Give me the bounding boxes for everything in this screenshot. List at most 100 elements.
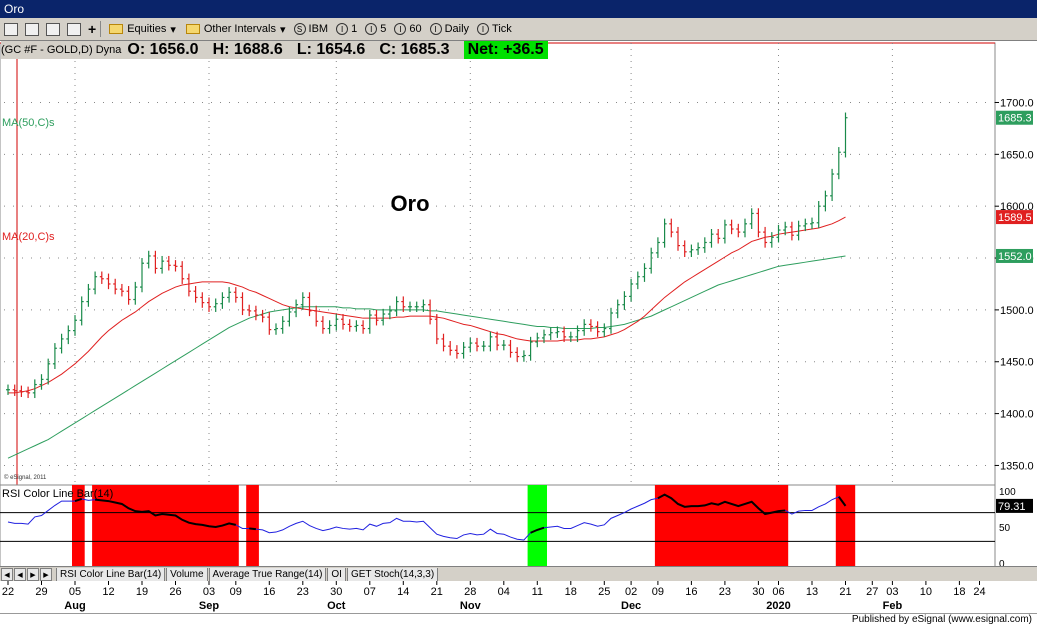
interval-daily-label: Daily <box>444 23 470 35</box>
day-label: 26 <box>169 586 181 598</box>
price-bar <box>26 386 31 399</box>
price-bar <box>595 321 600 337</box>
other-intervals-dropdown[interactable]: Other Intervals ▾ <box>185 20 286 38</box>
time-axis-svg: 22 29 05 12 19 26 03 09 16 23 30 07 14 21 28 04 11 18 25 02… <box>2 581 986 612</box>
folder-icon <box>185 24 200 34</box>
price-bar <box>46 358 51 385</box>
day-label: 11 <box>532 586 543 598</box>
copy-button[interactable] <box>67 20 84 38</box>
price-tick-label: 1450.0 <box>1000 357 1034 369</box>
day-label: 23 <box>719 586 731 598</box>
price-bar <box>448 341 453 356</box>
tab-oi[interactable]: OI <box>327 567 346 582</box>
price-bar <box>320 316 325 334</box>
price-bar <box>12 384 17 396</box>
price-bar <box>495 331 500 351</box>
interval-icon: I <box>394 23 407 35</box>
publisher-text: Published by eSignal (www.esignal.com) <box>851 614 1032 625</box>
price-bar <box>428 299 433 325</box>
price-tick-label: 1650.0 <box>1000 149 1034 161</box>
chevron-down-icon: ▾ <box>170 23 176 36</box>
price-bar <box>106 273 111 290</box>
day-label: 14 <box>397 586 409 598</box>
price-bar <box>803 218 808 232</box>
interval-5-label: 5 <box>380 23 387 35</box>
price-bar <box>568 331 573 343</box>
interval-daily-button[interactable]: I Daily <box>429 20 470 38</box>
price-bar <box>39 374 44 390</box>
tab-volume[interactable]: Volume <box>166 567 208 582</box>
price-bar <box>247 304 252 317</box>
price-bar <box>662 218 667 248</box>
equities-dropdown[interactable]: Equities ▾ <box>109 20 176 38</box>
day-label: 16 <box>263 586 275 598</box>
toolbar: + Equities ▾ Other Intervals ▾ S IBM I1 I… <box>0 18 1037 41</box>
day-label: 28 <box>464 586 476 598</box>
study-tabs-bar: ◀ ◀ ▶ ▶ RSI Color Line Bar(14) Volume Av… <box>0 566 1037 582</box>
day-label: 03 <box>203 586 215 598</box>
price-bar <box>716 229 721 244</box>
price-bar <box>622 291 627 310</box>
price-bar <box>548 327 553 340</box>
price-bar <box>468 337 473 353</box>
chart-area[interactable]: 1700.01650.01600.01550.01500.01450.01400… <box>0 41 1037 566</box>
price-tick-label: 1500.0 <box>1000 305 1034 317</box>
tab-last-button[interactable]: ▶ <box>40 568 52 581</box>
day-label: 06 <box>772 586 784 598</box>
rsi-value: 79.31 <box>998 501 1026 513</box>
chevron-down-icon: ▾ <box>280 23 286 36</box>
price-axis: 1700.01650.01600.01550.01500.01450.01400… <box>995 97 1034 566</box>
month-label: Sep <box>199 600 219 612</box>
page-button[interactable] <box>46 20 63 38</box>
interval-60-button[interactable]: I 60 <box>394 20 422 38</box>
tab-rsi[interactable]: RSI Color Line Bar(14) <box>56 567 166 582</box>
tab-first-button[interactable]: ◀ <box>1 568 13 581</box>
price-bar <box>588 319 593 332</box>
price-bar <box>508 339 513 358</box>
price-bar <box>260 309 265 323</box>
add-button[interactable]: + <box>88 20 96 38</box>
day-label: 24 <box>973 586 985 598</box>
tab-atr[interactable]: Average True Range(14) <box>208 567 327 582</box>
symbol-button[interactable]: S IBM <box>293 20 328 38</box>
price-bar <box>789 221 794 241</box>
day-label: 02 <box>625 586 637 598</box>
rsi-oversold-band <box>527 485 547 566</box>
price-bar <box>816 201 821 228</box>
price-bar <box>79 296 84 326</box>
copyright-label: © eSignal, 2011 <box>4 474 47 481</box>
price-bar <box>521 350 526 362</box>
equities-label: Equities <box>127 23 167 35</box>
rsi-title: RSI Color Line Bar(14) <box>2 488 113 500</box>
month-label: Feb <box>883 600 903 612</box>
price-bar <box>461 342 466 359</box>
price-bar <box>582 319 587 336</box>
price-bar <box>307 292 312 317</box>
price-bar <box>287 306 292 327</box>
day-label: 18 <box>565 586 577 598</box>
price-bar <box>602 323 607 337</box>
quote-window-button[interactable] <box>25 20 42 38</box>
price-chart[interactable]: 1700.01650.01600.01550.01500.01450.01400… <box>0 41 1037 566</box>
day-label: 05 <box>69 586 81 598</box>
ma50-line <box>7 255 846 459</box>
price-bar <box>515 347 520 362</box>
price-bar <box>193 286 198 303</box>
price-bar <box>629 278 634 302</box>
chart-window-button[interactable] <box>4 20 21 38</box>
price-bar <box>126 286 131 305</box>
price-bar <box>314 305 319 327</box>
day-label: 09 <box>652 586 664 598</box>
tab-next-button[interactable]: ▶ <box>27 568 39 581</box>
price-bar <box>160 255 165 274</box>
window-title-bar: Oro <box>0 0 1037 18</box>
interval-tick-button[interactable]: I Tick <box>477 20 512 38</box>
price-bar <box>408 301 412 312</box>
interval-5-button[interactable]: I5 <box>365 20 386 38</box>
price-bar <box>441 333 446 352</box>
open-value: O: 1656.0 <box>127 41 199 58</box>
interval-1-button[interactable]: I1 <box>336 20 357 38</box>
price-bar <box>180 261 185 284</box>
tab-stoch[interactable]: GET Stoch(14,3,3) <box>346 567 439 582</box>
tab-prev-button[interactable]: ◀ <box>14 568 26 581</box>
